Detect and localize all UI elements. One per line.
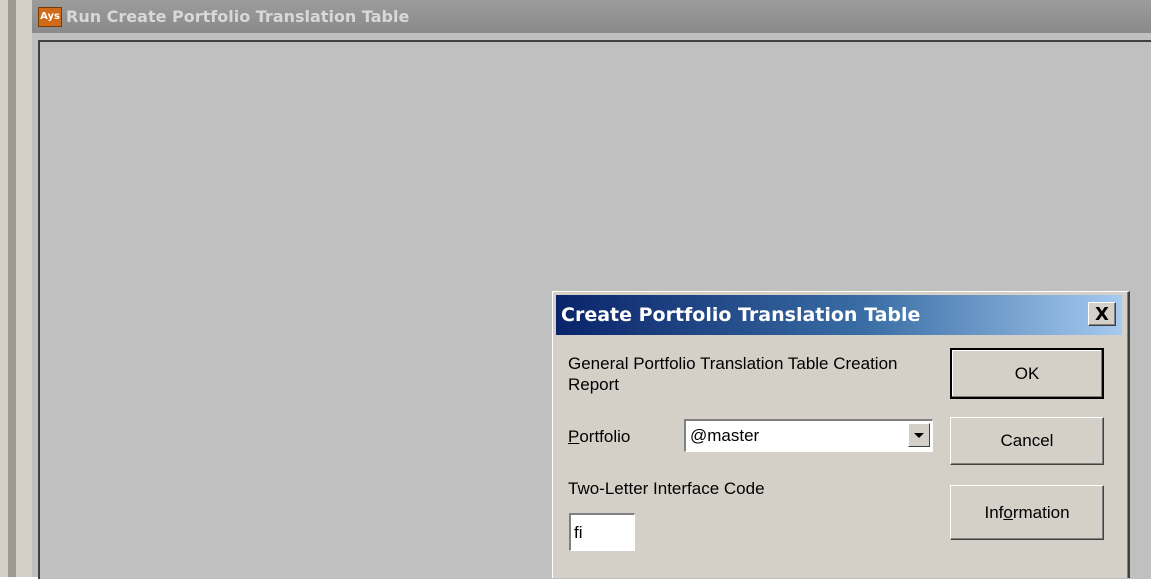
portfolio-label-text: ortfolio bbox=[579, 427, 631, 446]
cancel-button-label: Cancel bbox=[1000, 431, 1054, 450]
report-description: General Portfolio Translation Table Crea… bbox=[568, 354, 898, 394]
close-button[interactable]: X bbox=[1088, 302, 1116, 326]
dialog-title: Create Portfolio Translation Table bbox=[561, 304, 921, 326]
close-icon: X bbox=[1095, 303, 1109, 325]
create-portfolio-dialog: Create Portfolio Translation Table X Gen… bbox=[552, 291, 1130, 578]
parent-frame-border bbox=[0, 0, 34, 577]
parent-frame-line bbox=[8, 0, 16, 577]
chevron-down-icon bbox=[914, 432, 924, 438]
information-button-label: Information bbox=[984, 502, 1070, 522]
portfolio-dropdown-button[interactable] bbox=[908, 423, 930, 447]
cancel-button[interactable]: Cancel bbox=[950, 417, 1104, 465]
app-icon[interactable]: Ays bbox=[38, 6, 62, 27]
ok-button-label: OK bbox=[1014, 363, 1040, 383]
information-button[interactable]: Information bbox=[950, 485, 1104, 540]
portfolio-label-mnemonic: P bbox=[568, 427, 580, 446]
interface-code-label: Two-Letter Interface Code bbox=[568, 479, 765, 498]
portfolio-select-value: @master bbox=[690, 426, 760, 445]
dialog-titlebar[interactable]: Create Portfolio Translation Table X bbox=[556, 295, 1122, 335]
mdi-title: Run Create Portfolio Translation Table bbox=[66, 7, 410, 26]
ok-button[interactable]: OK bbox=[950, 348, 1104, 399]
portfolio-select[interactable]: @master bbox=[684, 419, 933, 452]
mdi-titlebar[interactable]: Ays Run Create Portfolio Translation Tab… bbox=[32, 0, 1151, 33]
portfolio-label: Portfolio bbox=[568, 427, 630, 447]
interface-code-field[interactable] bbox=[569, 513, 635, 551]
